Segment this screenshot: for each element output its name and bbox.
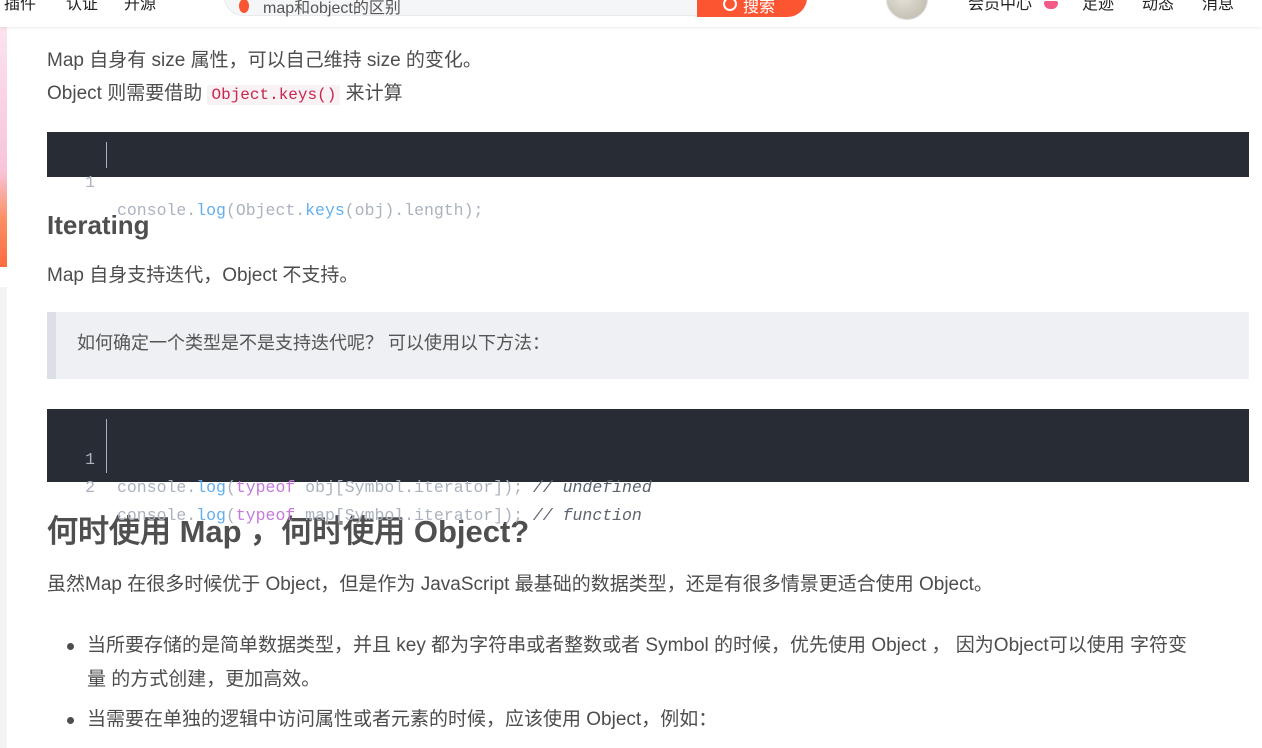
code-text: console.log(Object.keys(obj).length); <box>117 201 484 220</box>
search-query-text: map和object的区别 <box>263 0 401 17</box>
vip-gift-icon <box>1044 1 1058 9</box>
list-item: 当所要存储的是简单数据类型，并且 key 都为字符串或者整数或者 Symbol … <box>47 629 1249 697</box>
search-button-label: 搜索 <box>743 0 776 16</box>
article-content: Map 自身有 size 属性，可以自己维持 size 的变化。 Object … <box>47 27 1249 737</box>
code-line: 1 console.log(typeof obj[Symbol.iterator… <box>47 418 1249 497</box>
code-text: console.log(typeof map[Symbol.iterator])… <box>117 506 642 525</box>
iterating-paragraph: Map 自身支持迭代，Object 不支持。 <box>47 265 359 286</box>
search-input[interactable]: map和object的区别 <box>224 0 700 17</box>
left-sidebar-edge <box>0 287 7 748</box>
code-line: 1 console.log(Object.keys(obj).length); <box>47 141 1249 220</box>
list-item-text-continued: 量 的方式创建，更加高效。 <box>87 669 321 690</box>
nav-item-plugins[interactable]: 插件 <box>4 0 36 14</box>
blockquote: 如何确定一个类型是不是支持迭代呢？ 可以使用以下方法： <box>47 312 1249 379</box>
nav-item-certification[interactable]: 认证 <box>66 0 98 14</box>
code-line: 2 console.log(typeof map[Symbol.iterator… <box>47 446 1249 525</box>
list-item-text: 当需要在单独的逻辑中访问属性或者元素的时候，应该使用 Object，例如： <box>87 709 718 730</box>
code-text: console.log(typeof obj[Symbol.iterator])… <box>117 478 652 497</box>
nav-item-activity[interactable]: 动态 <box>1142 0 1174 14</box>
line-number: 2 <box>85 478 95 497</box>
blockquote-text: 如何确定一个类型是不是支持迭代呢？ 可以使用以下方法： <box>77 333 550 353</box>
search-button[interactable]: 搜索 <box>697 0 807 17</box>
code-block-size[interactable]: 1 console.log(Object.keys(obj).length); <box>47 132 1249 220</box>
bullet-dot <box>67 717 74 724</box>
line-number: 1 <box>85 173 95 192</box>
code-block-iterator[interactable]: 1 console.log(typeof obj[Symbol.iterator… <box>47 409 1249 525</box>
nav-item-footprint[interactable]: 足迹 <box>1082 0 1114 14</box>
size-paragraph-2-tail: 来计算 <box>340 83 403 104</box>
nav-item-opensource[interactable]: 开源 <box>124 0 156 14</box>
list-item: 当需要在单独的逻辑中访问属性或者元素的时候，应该使用 Object，例如： <box>47 703 1249 737</box>
search-icon <box>723 0 737 11</box>
inline-code-object-keys: Object.keys() <box>207 85 341 105</box>
hot-fire-icon <box>239 0 249 13</box>
size-paragraph-2-text: Object 则需要借助 <box>47 83 208 104</box>
top-navbar: 插件 认证 开源 map和object的区别 搜索 会员中心 足迹 动态 消息 <box>0 0 1262 27</box>
when-paragraph: 虽然Map 在很多时候优于 Object，但是作为 JavaScript 最基础… <box>47 574 993 595</box>
list-item-text: 当所要存储的是简单数据类型，并且 key 都为字符串或者整数或者 Symbol … <box>87 635 1187 656</box>
size-paragraph-2: Object 则需要借助 Object.keys() 来计算 <box>47 77 1249 112</box>
bullet-dot <box>67 643 74 650</box>
size-paragraph-1: Map 自身有 size 属性，可以自己维持 size 的变化。 <box>47 50 482 71</box>
user-avatar[interactable] <box>886 0 928 20</box>
usage-list: 当所要存储的是简单数据类型，并且 key 都为字符串或者整数或者 Symbol … <box>47 629 1249 737</box>
nav-item-vip-center[interactable]: 会员中心 <box>968 0 1032 14</box>
left-decor-stripe <box>0 27 7 267</box>
nav-item-messages[interactable]: 消息 <box>1202 0 1234 14</box>
